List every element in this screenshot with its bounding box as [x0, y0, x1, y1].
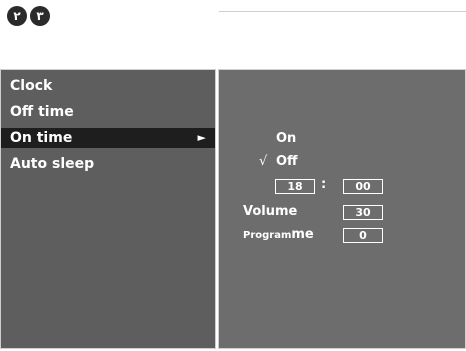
volume-field[interactable]: 30 — [343, 205, 383, 220]
menu-item-label: Auto sleep — [10, 156, 95, 172]
menu-item-on-time[interactable]: On time ► — [1, 128, 215, 148]
programme-label-part1: Program — [243, 230, 292, 241]
programme-label: Programme — [243, 227, 314, 242]
menu-item-off-time[interactable]: Off time — [1, 102, 215, 122]
step-badge-3: ٣ — [30, 6, 50, 26]
menu-item-label: Off time — [10, 104, 74, 120]
main-menu-panel: Clock Off time On time ► Auto sleep — [0, 69, 216, 349]
volume-label: Volume — [243, 204, 298, 219]
checkmark-icon: √ — [259, 154, 268, 169]
right-arrow-icon: ► — [197, 131, 206, 144]
step-badge-2: ٢ — [7, 6, 27, 26]
on-time-settings-panel: On √ Off 18 : 00 Volume 30 Programme 0 — [218, 69, 466, 349]
option-on[interactable]: On — [276, 131, 296, 146]
minute-field[interactable]: 00 — [343, 179, 383, 194]
option-off[interactable]: Off — [276, 154, 298, 169]
hour-field[interactable]: 18 — [275, 179, 315, 194]
programme-label-part2: me — [291, 227, 314, 242]
menu-item-label: On time — [10, 130, 73, 146]
menu-item-auto-sleep[interactable]: Auto sleep — [1, 154, 215, 174]
step-badges: ٢ ٣ — [7, 6, 50, 26]
divider-line — [219, 11, 466, 12]
programme-field[interactable]: 0 — [343, 228, 383, 243]
time-separator: : — [321, 177, 327, 192]
menu-item-clock[interactable]: Clock — [1, 76, 215, 96]
menu-item-label: Clock — [10, 78, 53, 94]
